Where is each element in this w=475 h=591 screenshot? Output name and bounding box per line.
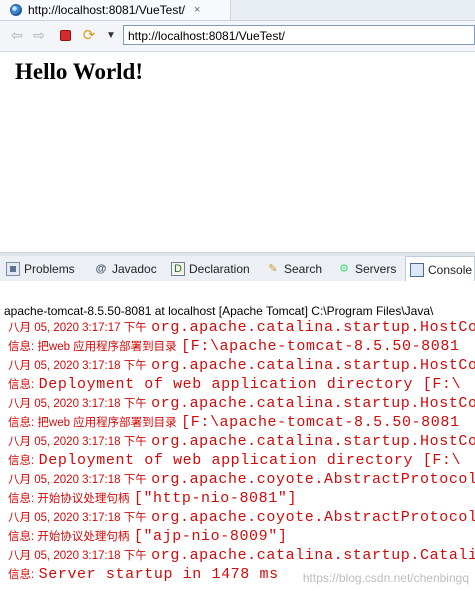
stop-button[interactable] [56,26,74,44]
console-view[interactable]: apache-tomcat-8.5.50-8081 at localhost [… [0,281,475,591]
console-line-message: ["http-nio-8081"] [133,490,298,507]
tab-declaration[interactable]: D Declaration [171,256,250,281]
declaration-icon: D [171,261,185,276]
console-line-prefix: 信息: [8,455,35,467]
console-line: 信息: Deployment of web application direct… [8,451,475,470]
browser-tab-title: http://localhost:8081/VueTest/ [28,3,185,17]
console-line: 八月 05, 2020 3:17:18 下午 org.apache.coyote… [8,470,475,489]
console-header: apache-tomcat-8.5.50-8081 at localhost [… [4,304,434,318]
search-icon: ✎ [268,263,278,275]
console-line-message: org.apache.catalina.startup.HostConfig [151,433,475,450]
console-line-message: [F:\apache-tomcat-8.5.50-8081 [181,338,460,355]
tab-label: Problems [24,261,75,276]
stop-icon [59,29,71,41]
console-line-message: org.apache.catalina.startup.HostConfig [151,319,475,336]
console-line-message: Deployment of web application directory … [38,376,462,393]
views-tab-bar: Problems @ Javadoc D Declaration ✎ Searc… [0,256,475,282]
tab-label: Declaration [189,261,250,276]
console-line-prefix: 八月 05, 2020 3:17:18 下午 [8,360,147,372]
tab-label: Javadoc [112,261,157,276]
console-line: 信息: 开始协议处理句柄 ["ajp-nio-8009"] [8,527,475,546]
browser-toolbar: ⇦ ⇨ ⟳ ▼ [0,21,475,52]
console-line-prefix: 信息: 开始协议处理句柄 [8,493,130,505]
console-line: 八月 05, 2020 3:17:18 下午 org.apache.catali… [8,356,475,375]
console-line-message: org.apache.coyote.AbstractProtocol [151,471,475,488]
console-line-message: Server startup in 1478 ms [38,566,279,583]
tab-console[interactable]: Console [405,256,475,282]
console-line: 信息: Deployment of web application direct… [8,375,475,394]
at-icon: @ [95,262,107,275]
refresh-icon[interactable]: ⟳ [80,26,98,44]
console-line-prefix: 信息: [8,569,35,581]
tab-problems[interactable]: Problems [6,256,75,281]
tab-servers[interactable]: ⚙ Servers [337,256,396,281]
page-heading: Hello World! [15,59,143,84]
tab-javadoc[interactable]: @ Javadoc [94,256,157,281]
console-line: 信息: 把web 应用程序部署到目录 [F:\apache-tomcat-8.5… [8,413,475,432]
console-line-message: Deployment of web application directory … [38,452,462,469]
console-line-prefix: 八月 05, 2020 3:17:18 下午 [8,474,147,486]
web-page-content: Hello World! [0,52,475,252]
tab-search[interactable]: ✎ Search [266,256,322,281]
console-line-prefix: 信息: 把web 应用程序部署到目录 [8,417,177,429]
console-line: 八月 05, 2020 3:17:18 下午 org.apache.catali… [8,394,475,413]
console-line-prefix: 信息: [8,379,35,391]
problems-icon [6,261,20,276]
browser-tab[interactable]: http://localhost:8081/VueTest/ × [0,0,231,20]
browser-tab-strip: http://localhost:8081/VueTest/ × [0,0,475,21]
console-line: 八月 05, 2020 3:17:17 下午 org.apache.catali… [8,318,475,337]
console-line-message: [F:\apache-tomcat-8.5.50-8081 [181,414,460,431]
console-line-message: org.apache.catalina.startup.Catalina [151,547,475,564]
console-line-message: org.apache.coyote.AbstractProtocol [151,509,475,526]
console-line-prefix: 信息: 开始协议处理句柄 [8,531,130,543]
forward-icon[interactable]: ⇨ [30,26,48,44]
console-line-message: ["ajp-nio-8009"] [133,528,288,545]
back-icon[interactable]: ⇦ [8,26,26,44]
console-line: 信息: 开始协议处理句柄 ["http-nio-8081"] [8,489,475,508]
console-line-message: org.apache.catalina.startup.HostConfig [151,357,475,374]
console-line: 八月 05, 2020 3:17:18 下午 org.apache.coyote… [8,508,475,527]
tab-label: Search [284,261,323,276]
console-line-prefix: 八月 05, 2020 3:17:18 下午 [8,436,147,448]
watermark: https://blog.csdn.net/chenbingq [302,571,469,585]
console-line: 八月 05, 2020 3:17:18 下午 org.apache.catali… [8,432,475,451]
url-input[interactable] [123,25,475,45]
console-line: 八月 05, 2020 3:17:18 下午 org.apache.catali… [8,546,475,565]
console-line-message: org.apache.catalina.startup.HostConfig [151,395,475,412]
tab-label: Servers [355,261,397,276]
servers-icon: ⚙ [339,263,349,275]
console-line-prefix: 八月 05, 2020 3:17:17 下午 [8,322,147,334]
tab-label: Console [428,262,473,277]
console-line-prefix: 八月 05, 2020 3:17:18 下午 [8,398,147,410]
console-line-prefix: 八月 05, 2020 3:17:18 下午 [8,550,147,562]
console-line-prefix: 八月 05, 2020 3:17:18 下午 [8,512,147,524]
chevron-down-icon[interactable]: ▼ [102,26,120,44]
console-line-prefix: 信息: 把web 应用程序部署到目录 [8,341,177,353]
globe-icon [10,4,22,16]
console-line: 信息: 把web 应用程序部署到目录 [F:\apache-tomcat-8.5… [8,337,475,356]
console-log: 八月 05, 2020 3:17:17 下午 org.apache.catali… [8,318,475,584]
console-icon [410,262,424,277]
close-icon[interactable]: × [194,4,200,16]
